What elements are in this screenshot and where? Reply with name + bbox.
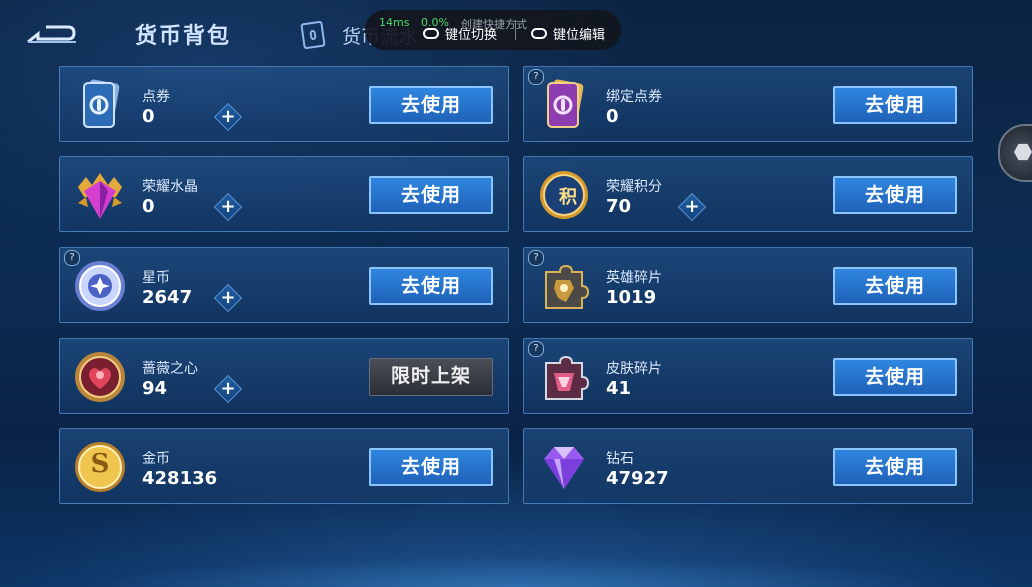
- currency-value: 2647: [142, 287, 193, 308]
- currency-name: 荣耀积分: [606, 179, 662, 195]
- currency-value: 1019: [606, 287, 657, 308]
- use-button[interactable]: 去使用: [833, 86, 957, 124]
- skin-fragment-icon: [545, 355, 590, 400]
- currency-card: 点券 0 + 去使用: [59, 66, 509, 142]
- gold-coin-glyph: S: [90, 449, 110, 479]
- currency-name: 皮肤碎片: [606, 361, 662, 377]
- currency-card: ? 绑定点券 0 去使用: [523, 66, 973, 142]
- currency-name: 蔷薇之心: [142, 361, 198, 377]
- currency-value: 47927: [606, 468, 669, 489]
- add-currency-button[interactable]: +: [213, 192, 243, 222]
- key-switch-button[interactable]: 键位切换: [423, 24, 497, 43]
- currency-card: 荣耀水晶 0 + 去使用: [59, 156, 509, 232]
- use-button[interactable]: 去使用: [833, 448, 957, 486]
- key-mapping-overlay: 14ms 0.0% 创建快捷方式 键位切换 键位编辑: [365, 10, 621, 50]
- plus-icon: +: [220, 287, 236, 308]
- currency-card: ? 英雄碎片 1019 去使用: [523, 247, 973, 323]
- overlay-divider: [515, 20, 516, 40]
- currency-value: 94: [142, 378, 168, 399]
- hex-gear-icon: [1014, 143, 1032, 161]
- currency-value: 428136: [142, 468, 218, 489]
- use-button[interactable]: 去使用: [369, 176, 493, 214]
- currency-name: 钻石: [606, 451, 634, 467]
- limited-time-button[interactable]: 限时上架: [369, 358, 493, 396]
- currency-value: 70: [606, 196, 632, 217]
- currency-card: S 金币 428136 去使用: [59, 428, 509, 504]
- add-currency-button[interactable]: +: [213, 374, 243, 404]
- back-button[interactable]: [24, 20, 80, 50]
- bound-voucher-card-icon: [547, 79, 584, 128]
- add-currency-button[interactable]: +: [213, 283, 243, 313]
- star-coin-icon: [75, 261, 125, 311]
- currency-name: 绑定点券: [606, 89, 662, 105]
- key-edit-button[interactable]: 键位编辑: [531, 24, 605, 43]
- hero-fragment-icon: [545, 264, 590, 309]
- back-arrow-icon: [27, 25, 76, 44]
- plus-icon: +: [220, 196, 236, 217]
- floating-settings-button[interactable]: [998, 124, 1032, 182]
- use-button[interactable]: 去使用: [369, 448, 493, 486]
- currency-name: 星币: [142, 270, 170, 286]
- currency-card: 蔷薇之心 94 + 限时上架: [59, 338, 509, 414]
- add-currency-button[interactable]: +: [213, 102, 243, 132]
- plus-icon: +: [220, 378, 236, 399]
- plus-icon: +: [684, 196, 700, 217]
- currency-name: 荣耀水晶: [142, 179, 198, 195]
- currency-card: 钻石 47927 去使用: [523, 428, 973, 504]
- key-switch-label: 键位切换: [445, 28, 498, 43]
- currency-value: 0: [142, 196, 155, 217]
- gamepad-icon: [423, 28, 439, 39]
- page-title: 货币背包: [135, 24, 232, 49]
- currency-name: 金币: [142, 451, 170, 467]
- key-edit-label: 键位编辑: [553, 28, 606, 43]
- voucher-card-icon: [83, 79, 120, 128]
- use-button[interactable]: 去使用: [833, 176, 957, 214]
- currency-name: 点券: [142, 89, 170, 105]
- currency-value: 41: [606, 378, 632, 399]
- latency-readout: 14ms: [379, 16, 410, 29]
- currency-grid: 点券 0 + 去使用 ? 绑定点券 0 去使用 荣耀水晶 0 + 去使用 积 荣…: [59, 66, 973, 506]
- currency-card: ? 星币 2647 + 去使用: [59, 247, 509, 323]
- diamond-icon: [544, 447, 584, 489]
- plus-icon: +: [220, 106, 236, 127]
- currency-card: 积 荣耀积分 70 + 去使用: [523, 156, 973, 232]
- use-button[interactable]: 去使用: [369, 86, 493, 124]
- currency-value: 0: [606, 106, 619, 127]
- gamepad-icon: [531, 28, 547, 39]
- add-currency-button[interactable]: +: [677, 192, 707, 222]
- use-button[interactable]: 去使用: [833, 267, 957, 305]
- currency-card: ? 皮肤碎片 41 去使用: [523, 338, 973, 414]
- glory-crystal-icon: [78, 173, 122, 219]
- currency-name: 英雄碎片: [606, 270, 662, 286]
- use-button[interactable]: 去使用: [833, 358, 957, 396]
- rose-heart-icon: [75, 352, 125, 402]
- glory-points-glyph: 积: [559, 187, 577, 208]
- use-button[interactable]: 去使用: [369, 267, 493, 305]
- bottom-glow: [0, 545, 1032, 587]
- card-icon: [300, 20, 326, 50]
- currency-value: 0: [142, 106, 155, 127]
